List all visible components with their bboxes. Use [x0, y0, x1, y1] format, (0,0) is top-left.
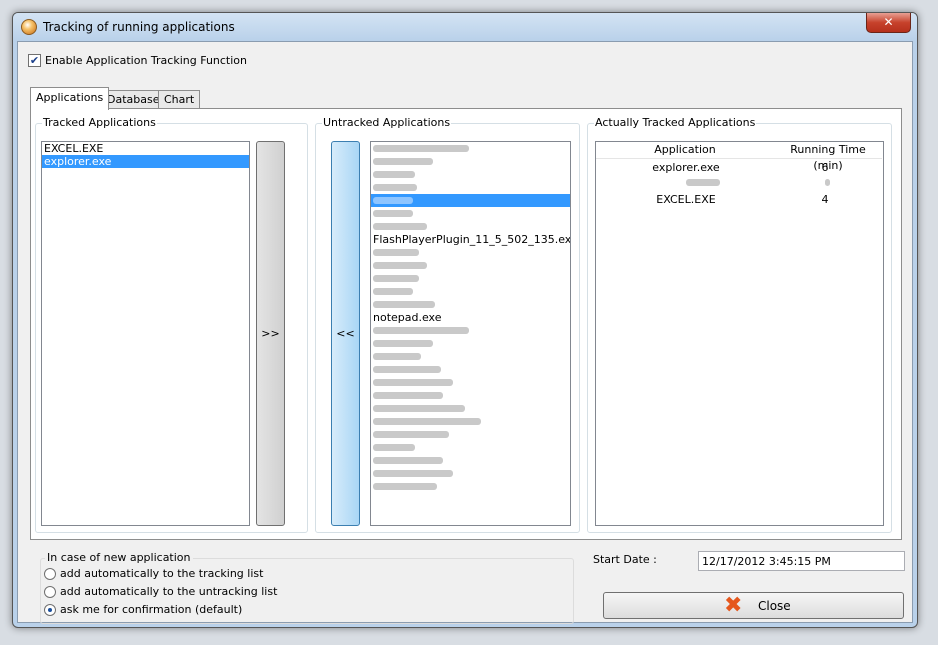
radio-ask-confirmation[interactable]: ask me for confirmation (default) — [44, 603, 242, 616]
radio-add-to-tracking[interactable]: add automatically to the tracking list — [44, 567, 263, 580]
close-button-label: Close — [758, 599, 791, 613]
tab-chart[interactable]: Chart — [158, 90, 201, 109]
list-item[interactable] — [371, 480, 570, 493]
cell-running-time: 4 — [821, 193, 829, 206]
list-item[interactable] — [371, 194, 570, 207]
list-item[interactable] — [371, 207, 570, 220]
cell-running-time: 6 — [821, 161, 829, 174]
list-item[interactable]: FlashPlayerPlugin_11_5_502_135.exe — [371, 233, 570, 246]
list-item[interactable] — [371, 285, 570, 298]
tracked-apps-list[interactable]: EXCEL.EXE explorer.exe — [41, 141, 250, 526]
table-row[interactable] — [596, 176, 882, 192]
window-close-button[interactable]: ✕ — [866, 13, 911, 33]
start-date-field[interactable]: 12/17/2012 3:45:15 PM — [698, 551, 905, 571]
column-header-running-time[interactable]: Running Time (min) — [774, 142, 882, 172]
list-item[interactable] — [371, 350, 570, 363]
table-row[interactable]: explorer.exe 6 — [596, 160, 882, 176]
checkbox-check-icon: ✔ — [28, 54, 41, 67]
radio-selected-icon — [44, 603, 56, 616]
table-row[interactable]: EXCEL.EXE 4 — [596, 192, 882, 208]
radio-icon — [44, 585, 56, 598]
untracked-apps-group: Untracked Applications << FlashPlayerPlu… — [315, 116, 580, 533]
app-window: Tracking of running applications ✕ ✔ Ena… — [12, 12, 918, 628]
list-item[interactable]: EXCEL.EXE — [42, 142, 249, 155]
window-title: Tracking of running applications — [43, 20, 235, 34]
actually-tracked-table[interactable]: Application Running Time (min) explorer.… — [595, 141, 884, 526]
close-x-icon: ✖ — [724, 593, 743, 618]
list-item[interactable] — [371, 454, 570, 467]
list-item[interactable] — [371, 428, 570, 441]
actually-tracked-title: Actually Tracked Applications — [594, 116, 757, 129]
radio-label: add automatically to the untracking list — [60, 585, 278, 598]
list-item[interactable] — [371, 246, 570, 259]
list-item[interactable] — [371, 337, 570, 350]
list-item[interactable] — [371, 220, 570, 233]
move-right-label: >> — [261, 327, 280, 340]
list-item[interactable] — [371, 402, 570, 415]
list-item[interactable] — [371, 389, 570, 402]
new-application-title: In case of new application — [45, 551, 193, 564]
list-item[interactable]: explorer.exe — [42, 155, 249, 168]
enable-tracking-label: Enable Application Tracking Function — [45, 54, 248, 67]
list-item[interactable] — [371, 298, 570, 311]
untracked-apps-title: Untracked Applications — [322, 116, 452, 129]
new-application-group: In case of new application add automatic… — [40, 551, 574, 624]
tab-database[interactable]: Database — [101, 90, 166, 109]
list-item[interactable] — [371, 376, 570, 389]
app-icon — [21, 19, 37, 35]
list-item[interactable] — [371, 324, 570, 337]
tab-applications[interactable]: Applications — [30, 87, 110, 110]
radio-label: ask me for confirmation (default) — [60, 603, 243, 616]
list-item[interactable] — [371, 415, 570, 428]
list-item[interactable] — [371, 467, 570, 480]
list-item[interactable] — [371, 363, 570, 376]
list-item[interactable] — [371, 168, 570, 181]
radio-icon — [44, 567, 56, 580]
column-header-application[interactable]: Application — [596, 142, 774, 159]
tracked-apps-group: Tracked Applications EXCEL.EXE explorer.… — [35, 116, 308, 533]
list-item[interactable] — [371, 181, 570, 194]
start-date-label: Start Date : — [593, 553, 657, 566]
list-item[interactable] — [371, 272, 570, 285]
list-item[interactable]: notepad.exe — [371, 311, 570, 324]
radio-add-to-untracking[interactable]: add automatically to the untracking list — [44, 585, 277, 598]
list-item[interactable] — [371, 441, 570, 454]
client-area: ✔ Enable Application Tracking Function A… — [17, 41, 913, 624]
tracked-apps-title: Tracked Applications — [42, 116, 157, 129]
move-to-untracked-button[interactable]: >> — [256, 141, 285, 526]
list-item[interactable] — [371, 259, 570, 272]
radio-label: add automatically to the tracking list — [60, 567, 264, 580]
cell-application: explorer.exe — [652, 161, 720, 174]
move-left-label: << — [336, 327, 355, 340]
list-item[interactable] — [371, 155, 570, 168]
actually-tracked-group: Actually Tracked Applications Applicatio… — [587, 116, 892, 533]
move-to-tracked-button[interactable]: << — [331, 141, 360, 526]
applications-tab-panel: Tracked Applications EXCEL.EXE explorer.… — [30, 108, 902, 540]
list-item[interactable] — [371, 142, 570, 155]
close-button[interactable]: ✖ Close — [603, 592, 904, 619]
title-bar[interactable]: Tracking of running applications ✕ — [13, 13, 917, 41]
enable-tracking-checkbox[interactable]: ✔ Enable Application Tracking Function — [28, 54, 247, 67]
untracked-apps-list[interactable]: FlashPlayerPlugin_11_5_502_135.exe notep… — [370, 141, 571, 526]
cell-application: EXCEL.EXE — [656, 193, 716, 206]
